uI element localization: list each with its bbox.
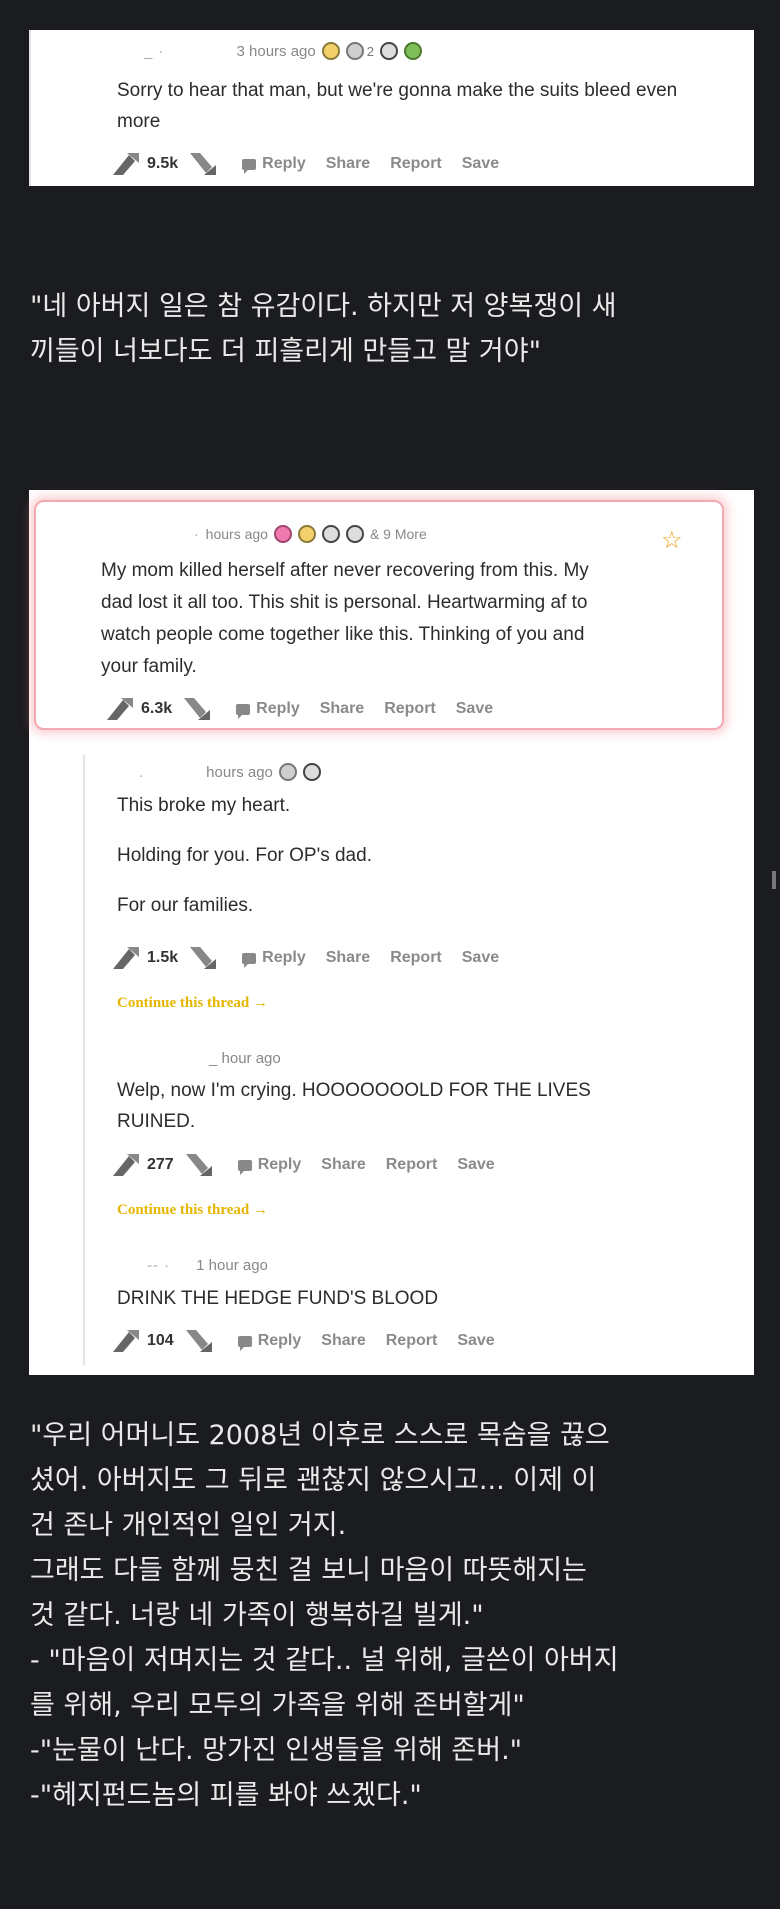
caption-line: -"헤지펀드놈의 피를 봐야 쓰겠다." [30, 1780, 422, 1811]
caption-line: 를 위해, 우리 모두의 가족을 위해 존버할게" [30, 1690, 525, 1721]
reply-button[interactable]: Reply [237, 1156, 301, 1175]
share-button[interactable]: Share [326, 155, 370, 173]
s-award-icon [302, 763, 321, 781]
caption-line: 그래도 다들 함께 뭉친 걸 보니 마음이 따뜻해지는 [30, 1555, 587, 1586]
reply-button[interactable]: Reply [242, 155, 306, 174]
score: 277 [147, 1156, 174, 1173]
report-button[interactable]: Report [386, 1332, 438, 1350]
continue-thread-link[interactable]: Continue this thread → [117, 1202, 268, 1219]
share-button[interactable]: Share [320, 700, 364, 718]
reply-meta: -- · 1 hour ago [147, 1257, 268, 1274]
caption-line: 것 같다. 너랑 네 가족이 행복하길 빌게." [30, 1600, 484, 1631]
reply-body: Welp, now I'm crying. HOOOOOOOLD FOR THE… [117, 1080, 591, 1132]
reply-body: DRINK THE HEDGE FUND'S BLOOD [117, 1288, 439, 1309]
upvote-icon[interactable] [111, 1152, 145, 1178]
caption-line: - "마음이 저며지는 것 같다.. 널 위해, 글쓴이 아버지 [30, 1645, 619, 1676]
silver-award-icon [278, 763, 297, 781]
reply-meta: _ hour ago [209, 1050, 281, 1067]
downvote-icon[interactable] [188, 945, 222, 971]
comment-body: My mom killed herself after never recove… [101, 560, 589, 677]
save-button[interactable]: Save [457, 1332, 494, 1350]
score: 9.5k [147, 155, 179, 172]
username[interactable]: · [194, 526, 200, 542]
more-awards[interactable]: & 9 More [370, 526, 427, 542]
comment-icon [242, 158, 257, 174]
comment-screenshot-2: · hours ago & 9 More ☆ My mom killed her… [29, 490, 754, 1375]
reply-button[interactable]: Reply [242, 949, 306, 968]
timestamp: 3 hours ago [236, 42, 316, 60]
comment-icon [242, 952, 257, 968]
upvote-icon[interactable] [111, 945, 145, 971]
thread-line [83, 755, 85, 1365]
timestamp: hours ago [205, 526, 268, 542]
thread-line [29, 30, 31, 186]
caption-line: 셨어. 아버지도 그 뒤로 괜찮지 않으시고... 이제 이 [30, 1465, 597, 1496]
save-button[interactable]: Save [462, 155, 499, 173]
gold-award-icon [297, 525, 316, 543]
caption-line: 건 존나 개인적인 일인 거지. [30, 1510, 347, 1541]
reply-actions: 277 Reply Share Report Save [111, 1152, 495, 1178]
share-button[interactable]: Share [321, 1156, 365, 1174]
score: 6.3k [141, 700, 173, 717]
korean-caption-1: "네 아버지 일은 참 유감이다. 하지만 저 양복쟁이 새 끼들이 너보다도 … [30, 284, 750, 374]
gold-award-icon [321, 42, 340, 60]
upvote-icon[interactable] [111, 151, 145, 177]
caption-line: 끼들이 너보다도 더 피흘리게 만들고 말 거야" [30, 336, 542, 367]
caption-line: "네 아버지 일은 참 유감이다. 하지만 저 양복쟁이 새 [30, 291, 617, 322]
upvote-icon[interactable] [111, 1328, 145, 1354]
comment-icon [236, 703, 251, 719]
username[interactable]: -- · [147, 1257, 170, 1274]
caption-line: -"눈물이 난다. 망가진 인생들을 위해 존버." [30, 1735, 523, 1766]
korean-caption-2: "우리 어머니도 2008년 이후로 스스로 목숨을 끊으 셨어. 아버지도 그… [30, 1413, 760, 1818]
continue-thread-link[interactable]: Continue this thread → [117, 995, 268, 1012]
reply-meta: . hours ago [139, 763, 321, 781]
save-button[interactable]: Save [457, 1156, 494, 1174]
username[interactable]: _ · [144, 43, 165, 60]
reply-body: This broke my heart. Holding for you. Fo… [117, 795, 372, 916]
caption-line: "우리 어머니도 2008년 이후로 스스로 목숨을 끊으 [30, 1420, 610, 1451]
comment-actions: 6.3k Reply Share Report Save [105, 696, 493, 722]
comment-icon [237, 1159, 252, 1175]
scrollbar-thumb[interactable] [772, 871, 776, 889]
reply-button[interactable]: Reply [237, 1332, 301, 1351]
report-button[interactable]: Report [384, 700, 436, 718]
report-button[interactable]: Report [390, 155, 442, 173]
comment-screenshot-1: _ · 3 hours ago 2 Sorry to hear that man… [29, 30, 754, 186]
upvote-icon[interactable] [105, 696, 139, 722]
comment-body: Sorry to hear that man, but we're gonna … [117, 80, 678, 132]
timestamp: 1 hour ago [196, 1257, 268, 1274]
save-button[interactable]: Save [456, 700, 493, 718]
share-button[interactable]: Share [321, 1332, 365, 1350]
award-count: 2 [366, 43, 374, 59]
downvote-icon[interactable] [188, 151, 222, 177]
wrench-award-icon [321, 525, 340, 543]
comment-meta: _ · 3 hours ago 2 [144, 42, 422, 60]
downvote-icon[interactable] [184, 1328, 218, 1354]
comment-actions: 9.5k Reply Share Report Save [111, 151, 499, 177]
comment-icon [237, 1335, 252, 1351]
username[interactable]: . [139, 764, 144, 781]
share-button[interactable]: Share [326, 949, 370, 967]
emoji-award-icon [379, 42, 398, 60]
score: 1.5k [147, 949, 179, 966]
timestamp: hours ago [206, 763, 273, 781]
downvote-icon[interactable] [182, 696, 216, 722]
reply-actions: 104 Reply Share Report Save [111, 1328, 495, 1354]
report-button[interactable]: Report [390, 949, 442, 967]
save-button[interactable]: Save [462, 949, 499, 967]
downvote-icon[interactable] [184, 1152, 218, 1178]
star-icon[interactable]: ☆ [661, 526, 683, 555]
emoji-award-icon [345, 525, 364, 543]
silver-award-icon [345, 42, 364, 60]
comment-meta: · hours ago & 9 More [194, 525, 427, 543]
score: 104 [147, 1332, 174, 1349]
report-button[interactable]: Report [386, 1156, 438, 1174]
reply-button[interactable]: Reply [236, 700, 300, 719]
timestamp: _ hour ago [209, 1050, 281, 1067]
wholesome-award-icon [273, 525, 292, 543]
moneybag-award-icon [403, 42, 422, 60]
reply-actions: 1.5k Reply Share Report Save [111, 945, 499, 971]
